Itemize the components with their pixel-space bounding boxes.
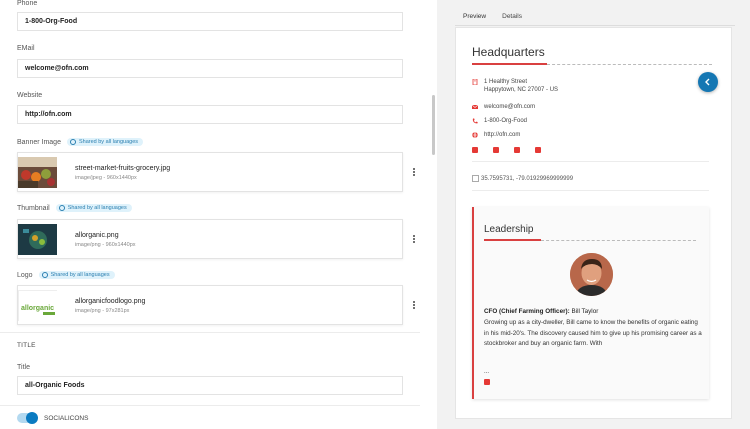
socialicons-toggle[interactable] xyxy=(17,412,38,424)
leadership-card: Leadership CFO (Chief Farming Officer): … xyxy=(472,207,709,399)
phone-field[interactable]: 1-800-Org-Food xyxy=(17,12,403,31)
logo-label: Logo Shared by all languages xyxy=(17,271,115,279)
globe-icon xyxy=(41,272,48,278)
toggle-knob xyxy=(26,412,38,424)
leadership-underline xyxy=(484,239,541,241)
thumbnail-file-name: allorganic.png xyxy=(75,232,119,239)
thumbnail-file-meta: image/png - 960x1440px xyxy=(75,242,136,248)
leader-bio-more: ... xyxy=(484,369,490,375)
title-section-heading: TITLE xyxy=(17,342,36,349)
email-text: welcome@ofn.com xyxy=(484,104,536,110)
shared-languages-badge: Shared by all languages xyxy=(55,204,132,212)
tab-preview[interactable]: Preview xyxy=(455,10,495,26)
leader-role-title: CFO (Chief Farming Officer): xyxy=(484,308,570,315)
address-text: 1 Healthy Street Happytown, NC 27007 - U… xyxy=(484,78,558,94)
editor-scrollbar[interactable] xyxy=(432,95,435,155)
email-row[interactable]: welcome@ofn.com xyxy=(472,103,535,111)
google-plus-icon[interactable] xyxy=(514,147,520,153)
thumbnail-label: Thumbnail Shared by all languages xyxy=(17,204,132,212)
logo-file-meta: image/png - 97x281px xyxy=(75,308,130,314)
envelope-icon xyxy=(472,104,478,109)
tab-details[interactable]: Details xyxy=(494,10,530,26)
logo-preview: allorganic xyxy=(18,290,58,322)
leader-role: CFO (Chief Farming Officer): Bill Taylor xyxy=(484,308,598,315)
globe-icon xyxy=(69,139,76,145)
leadership-dashed-line xyxy=(541,240,696,241)
banner-thumbnail xyxy=(18,157,57,188)
building-icon xyxy=(472,79,478,85)
thumbnail-more-icon[interactable] xyxy=(413,235,416,243)
email-field[interactable]: welcome@ofn.com xyxy=(17,59,403,78)
shared-badge-text: Shared by all languages xyxy=(67,205,127,211)
headquarters-title: Headquarters xyxy=(472,45,545,59)
logo-more-icon[interactable] xyxy=(413,301,416,309)
phone-row[interactable]: 1-800-Org-Food xyxy=(472,117,527,125)
chevron-left-icon xyxy=(705,78,710,86)
website-field[interactable]: http://ofn.com xyxy=(17,105,403,124)
facebook-icon[interactable] xyxy=(484,379,490,385)
globe-icon xyxy=(472,132,478,138)
website-label: Website xyxy=(17,92,42,99)
banner-image-label: Banner Image Shared by all languages xyxy=(17,138,143,146)
banner-image-card[interactable]: street-market-fruits-grocery.jpg image/j… xyxy=(17,152,415,192)
thumbnail-label-text: Thumbnail xyxy=(17,204,50,212)
website-label-text: Website xyxy=(17,92,43,99)
address-line2: Happytown, NC 27007 - US xyxy=(484,87,559,93)
title-label-text: Title xyxy=(17,364,30,371)
preview-panel: Preview Details Headquarters 1 Healthy S… xyxy=(437,0,750,429)
logo-file-name: allorganicfoodlogo.png xyxy=(75,298,146,305)
divider xyxy=(0,405,420,406)
preview-tabs: Preview Details xyxy=(455,10,530,26)
map-image: 35.7595731, -79.01929969999999 xyxy=(472,175,573,182)
title-dashed-line xyxy=(547,64,712,65)
leader-name: Bill Taylor xyxy=(571,308,599,315)
avatar xyxy=(570,253,613,296)
svg-text:allorganic: allorganic xyxy=(21,305,54,312)
social-icons xyxy=(472,147,541,153)
phone-label: Phone xyxy=(17,0,37,7)
shared-badge-text: Shared by all languages xyxy=(78,139,138,145)
website-text: http://ofn.com xyxy=(484,132,521,138)
divider xyxy=(472,161,709,162)
leadership-title: Leadership xyxy=(484,224,534,235)
title-field[interactable]: all-Organic Foods xyxy=(17,376,403,395)
collapse-button[interactable] xyxy=(698,72,718,92)
address-line1: 1 Healthy Street xyxy=(484,79,528,85)
leader-bio: Growing up as a city-dweller, Bill came … xyxy=(484,319,702,347)
title-underline xyxy=(472,63,547,65)
website-row[interactable]: http://ofn.com xyxy=(472,131,520,139)
title-label: Title xyxy=(17,364,30,371)
banner-file-meta: image/jpeg - 960x1440px xyxy=(75,175,137,181)
phone-text: 1-800-Org-Food xyxy=(484,118,528,124)
broken-image-icon xyxy=(472,175,479,182)
address-row: 1 Healthy Street Happytown, NC 27007 - U… xyxy=(472,78,558,94)
socialicons-label: SOCIALICONS xyxy=(44,415,89,422)
tab-underline xyxy=(455,25,735,26)
globe-icon xyxy=(58,205,65,211)
shared-languages-badge: Shared by all languages xyxy=(38,271,115,279)
twitter-icon[interactable] xyxy=(493,147,499,153)
banner-image-label-text: Banner Image xyxy=(17,138,61,146)
thumbnail-preview xyxy=(18,224,57,255)
map-alt-text: 35.7595731, -79.01929969999999 xyxy=(481,175,574,182)
facebook-icon[interactable] xyxy=(472,147,478,153)
phone-label-text: Phone xyxy=(17,0,38,7)
divider xyxy=(472,190,709,191)
thumbnail-card[interactable]: allorganic.png image/png - 960x1440px xyxy=(17,219,415,259)
banner-more-icon[interactable] xyxy=(413,168,416,176)
logo-card[interactable]: allorganic allorganicfoodlogo.png image/… xyxy=(17,285,415,325)
shared-badge-text: Shared by all languages xyxy=(50,272,110,278)
banner-file-name: street-market-fruits-grocery.jpg xyxy=(75,165,171,172)
email-label: EMail xyxy=(17,45,35,52)
email-label-text: EMail xyxy=(17,45,35,52)
linkedin-icon[interactable] xyxy=(535,147,541,153)
preview-content: Headquarters 1 Healthy Street Happytown,… xyxy=(455,27,732,419)
logo-label-text: Logo xyxy=(17,271,33,279)
editor-panel: Phone 1-800-Org-Food EMail welcome@ofn.c… xyxy=(0,0,430,429)
shared-languages-badge: Shared by all languages xyxy=(66,138,143,146)
divider xyxy=(0,332,420,333)
phone-icon xyxy=(472,118,478,124)
